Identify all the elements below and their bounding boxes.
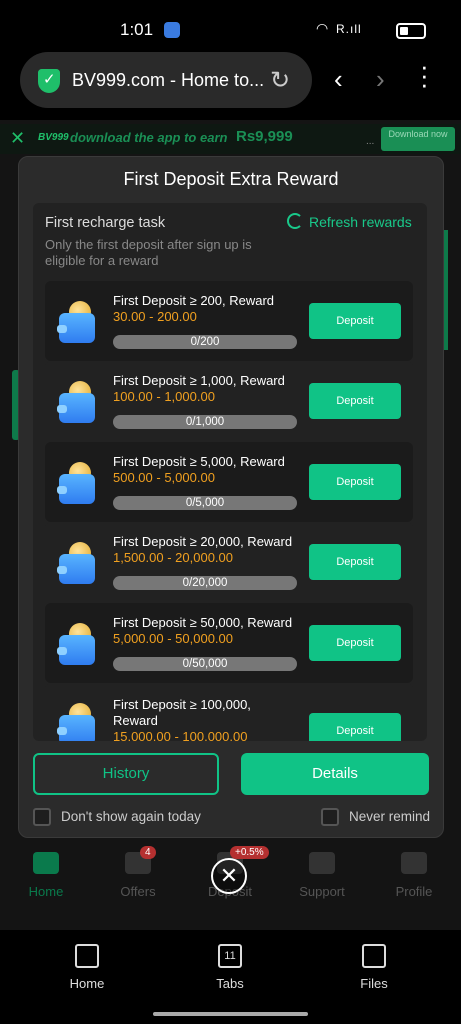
browser-nav-label: Files bbox=[360, 976, 388, 991]
home-icon bbox=[33, 852, 59, 874]
wallet-coin-icon bbox=[57, 703, 95, 741]
tabs-count-icon: 11 bbox=[218, 944, 242, 968]
home-icon bbox=[75, 944, 99, 968]
task-reward: 5,000.00 - 50,000.00 bbox=[113, 631, 233, 646]
refresh-icon[interactable] bbox=[287, 213, 303, 229]
deposit-button[interactable]: Deposit bbox=[309, 303, 401, 339]
first-deposit-modal: First Deposit Extra Reward First recharg… bbox=[18, 156, 444, 838]
task-title: First recharge task bbox=[45, 215, 166, 231]
site-nav-profile[interactable]: Profile bbox=[379, 852, 449, 899]
never-remind-label[interactable]: Never remind bbox=[349, 809, 430, 824]
task-card: First Deposit ≥ 20,000, Reward 1,500.00 … bbox=[45, 522, 413, 602]
modal-title: First Deposit Extra Reward bbox=[123, 169, 339, 189]
refresh-label[interactable]: Refresh rewards bbox=[309, 214, 412, 230]
site-nav-home[interactable]: Home bbox=[11, 852, 81, 899]
close-banner-icon[interactable]: ✕ bbox=[10, 128, 25, 149]
close-modal-icon[interactable]: ✕ bbox=[211, 858, 247, 894]
task-reward: 30.00 - 200.00 bbox=[113, 309, 197, 324]
wifi-icon: ◠ bbox=[316, 20, 329, 36]
wallet-coin-icon bbox=[57, 301, 95, 343]
task-reward: 1,500.00 - 20,000.00 bbox=[113, 550, 233, 565]
wallet-coin-icon bbox=[57, 623, 95, 665]
headset-icon bbox=[309, 852, 335, 874]
refresh-rewards-button[interactable]: Refresh rewards bbox=[287, 213, 412, 230]
task-card: First Deposit ≥ 1,000, Reward 100.00 - 1… bbox=[45, 361, 413, 441]
task-card: First Deposit ≥ 5,000, Reward 500.00 - 5… bbox=[45, 442, 413, 522]
wallet-coin-icon bbox=[57, 462, 95, 504]
progress-text: 0/1,000 bbox=[185, 416, 225, 428]
gesture-handle bbox=[153, 1012, 308, 1016]
site-nav-label: Profile bbox=[395, 884, 433, 899]
status-bar bbox=[0, 0, 461, 56]
download-now-button[interactable]: Download now bbox=[381, 127, 455, 151]
history-button[interactable]: History bbox=[33, 753, 219, 795]
app-notification-icon bbox=[164, 22, 180, 38]
site-nav-support[interactable]: Support bbox=[287, 852, 357, 899]
wallet-coin-icon bbox=[57, 381, 95, 423]
browser-home-button[interactable]: Home bbox=[47, 944, 127, 991]
details-button[interactable]: Details bbox=[241, 753, 429, 795]
progress-text: 0/5,000 bbox=[185, 497, 225, 509]
task-reward: 500.00 - 5,000.00 bbox=[113, 470, 215, 485]
progress-text: 0/20,000 bbox=[182, 577, 228, 589]
task-title-text: First Deposit ≥ 200, Reward bbox=[113, 293, 275, 308]
forward-icon[interactable]: › bbox=[376, 64, 385, 95]
banner-text: download the app to earn bbox=[70, 130, 228, 145]
progress-bar: 0/50,000 bbox=[113, 657, 297, 671]
task-title-text: First Deposit ≥ 100,000, Reward bbox=[113, 697, 251, 728]
progress-text: 0/50,000 bbox=[182, 658, 228, 670]
more-menu-icon[interactable]: · · · bbox=[420, 53, 430, 97]
profile-icon bbox=[401, 852, 427, 874]
secure-shield-icon[interactable] bbox=[38, 69, 60, 93]
battery-icon bbox=[396, 23, 426, 39]
progress-text: 0/200 bbox=[190, 336, 220, 348]
deposit-button[interactable]: Deposit bbox=[309, 713, 401, 741]
task-reward: 100.00 - 1,000.00 bbox=[113, 389, 215, 404]
back-icon[interactable]: ‹ bbox=[334, 64, 343, 95]
deposit-button[interactable]: Deposit bbox=[309, 625, 401, 661]
folder-icon bbox=[362, 944, 386, 968]
task-reward: 15,000.00 - 100,000.00 bbox=[113, 729, 248, 741]
task-title-text: First Deposit ≥ 50,000, Reward bbox=[113, 615, 293, 630]
dont-show-label[interactable]: Don't show again today bbox=[61, 809, 201, 824]
never-remind-checkbox[interactable] bbox=[321, 808, 339, 826]
deposit-button[interactable]: Deposit bbox=[309, 464, 401, 500]
progress-bar: 0/20,000 bbox=[113, 576, 297, 590]
task-panel: First recharge task Refresh rewards Only… bbox=[33, 203, 427, 741]
browser-files-button[interactable]: Files bbox=[334, 944, 414, 991]
site-nav-label: Home bbox=[28, 884, 64, 899]
deposit-badge: +0.5% bbox=[230, 846, 269, 859]
browser-tabs-button[interactable]: 11 Tabs bbox=[190, 944, 270, 991]
site-nav-label: Support bbox=[299, 884, 345, 899]
task-card: First Deposit ≥ 200, Reward 30.00 - 200.… bbox=[45, 281, 413, 361]
site-nav-label: Offers bbox=[120, 884, 156, 899]
dont-show-checkbox[interactable] bbox=[33, 808, 51, 826]
progress-bar: 0/1,000 bbox=[113, 415, 297, 429]
banner-dots: ... bbox=[366, 136, 375, 147]
task-card: First Deposit ≥ 100,000, Reward 15,000.0… bbox=[45, 683, 413, 741]
task-subtitle: Only the first deposit after sign up is … bbox=[45, 237, 252, 268]
deposit-button[interactable]: Deposit bbox=[309, 544, 401, 580]
banner-logo: BV999 bbox=[38, 132, 69, 143]
browser-nav-label: Home bbox=[69, 976, 105, 991]
task-title-text: First Deposit ≥ 20,000, Reward bbox=[113, 534, 293, 549]
wallet-coin-icon bbox=[57, 542, 95, 584]
deposit-button[interactable]: Deposit bbox=[309, 383, 401, 419]
progress-bar: 0/200 bbox=[113, 335, 297, 349]
browser-nav-label: Tabs bbox=[216, 976, 244, 991]
progress-bar: 0/5,000 bbox=[113, 496, 297, 510]
task-card: First Deposit ≥ 50,000, Reward 5,000.00 … bbox=[45, 603, 413, 683]
task-title-text: First Deposit ≥ 5,000, Reward bbox=[113, 454, 285, 469]
banner-amount: Rs9,999 bbox=[236, 128, 293, 145]
offers-badge: 4 bbox=[140, 846, 156, 859]
signal-icon: R.ıll bbox=[336, 22, 362, 36]
task-title-text: First Deposit ≥ 1,000, Reward bbox=[113, 373, 285, 388]
status-time: 1:01 bbox=[120, 20, 154, 39]
reload-icon[interactable]: ↻ bbox=[270, 66, 290, 95]
url-text[interactable]: BV999.com - Home to... bbox=[72, 70, 264, 91]
site-nav-offers[interactable]: Offers bbox=[103, 852, 173, 899]
